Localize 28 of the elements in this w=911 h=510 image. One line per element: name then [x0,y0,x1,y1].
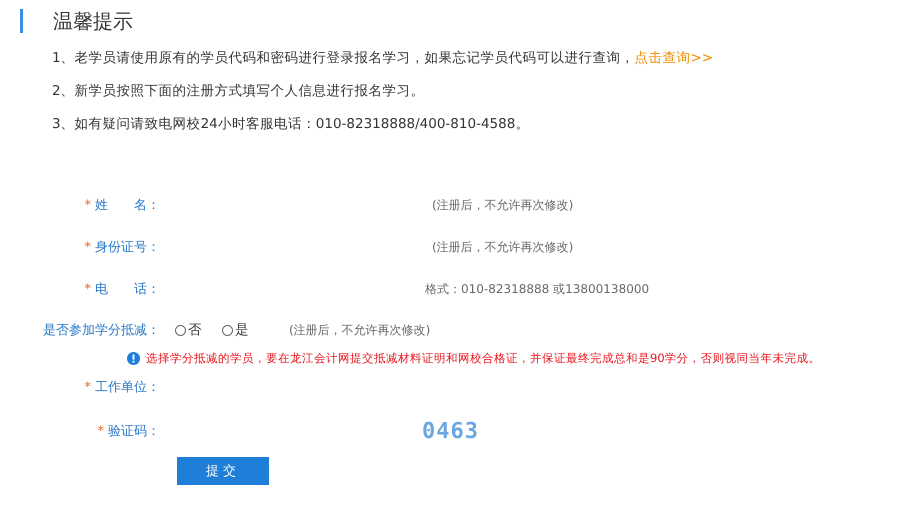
notice-text: 2、新学员按照下面的注册方式填写个人信息进行报名学习。 [52,82,425,101]
captcha-code[interactable]: 0463 [422,418,479,444]
field-label: 验证码： [108,423,160,440]
field-label: 身份证号： [95,239,160,256]
field-hint: (注册后，不允许再次修改) [432,196,574,214]
field-label: 工作单位： [95,379,160,396]
info-icon [127,352,140,364]
submit-button[interactable]: 提交 [177,457,269,485]
field-hint: (注册后，不允许再次修改) [289,322,430,338]
radio-option[interactable]: 是 [222,321,249,339]
notice-text: 3、如有疑问请致电网校24小时客服电话：010-82318888/400-810-4588。 [52,115,530,134]
radio-circle-icon[interactable] [222,324,233,336]
required-asterisk: * [84,282,91,296]
field-label: 是否参加学分抵减： [43,322,160,339]
radio-option[interactable]: 否 [175,321,202,339]
warning-text: 选择学分抵减的学员，要在龙江会计网提交抵减材料证明和网校合格证，并保证最终完成总和是90学分，否则视同当年未完成。 [146,350,821,366]
notice-text: 1、老学员请使用原有的学员代码和密码进行登录报名学习，如果忘记学员代码可以进行查询， [52,49,635,68]
required-asterisk: * [84,380,91,394]
field-hint: 格式：010-82318888 或13800138000 [425,280,650,298]
required-asterisk: * [84,240,91,254]
required-asterisk: * [98,424,104,438]
query-link[interactable]: 点击查询>> [634,48,714,68]
radio-circle-icon[interactable] [175,324,186,336]
field-hint: (注册后，不允许再次修改) [432,238,574,256]
section-title: 温馨提示 [53,8,133,34]
field-label: 电 话： [95,281,160,298]
field-label: 姓 名： [95,197,160,214]
required-asterisk: * [84,198,91,212]
